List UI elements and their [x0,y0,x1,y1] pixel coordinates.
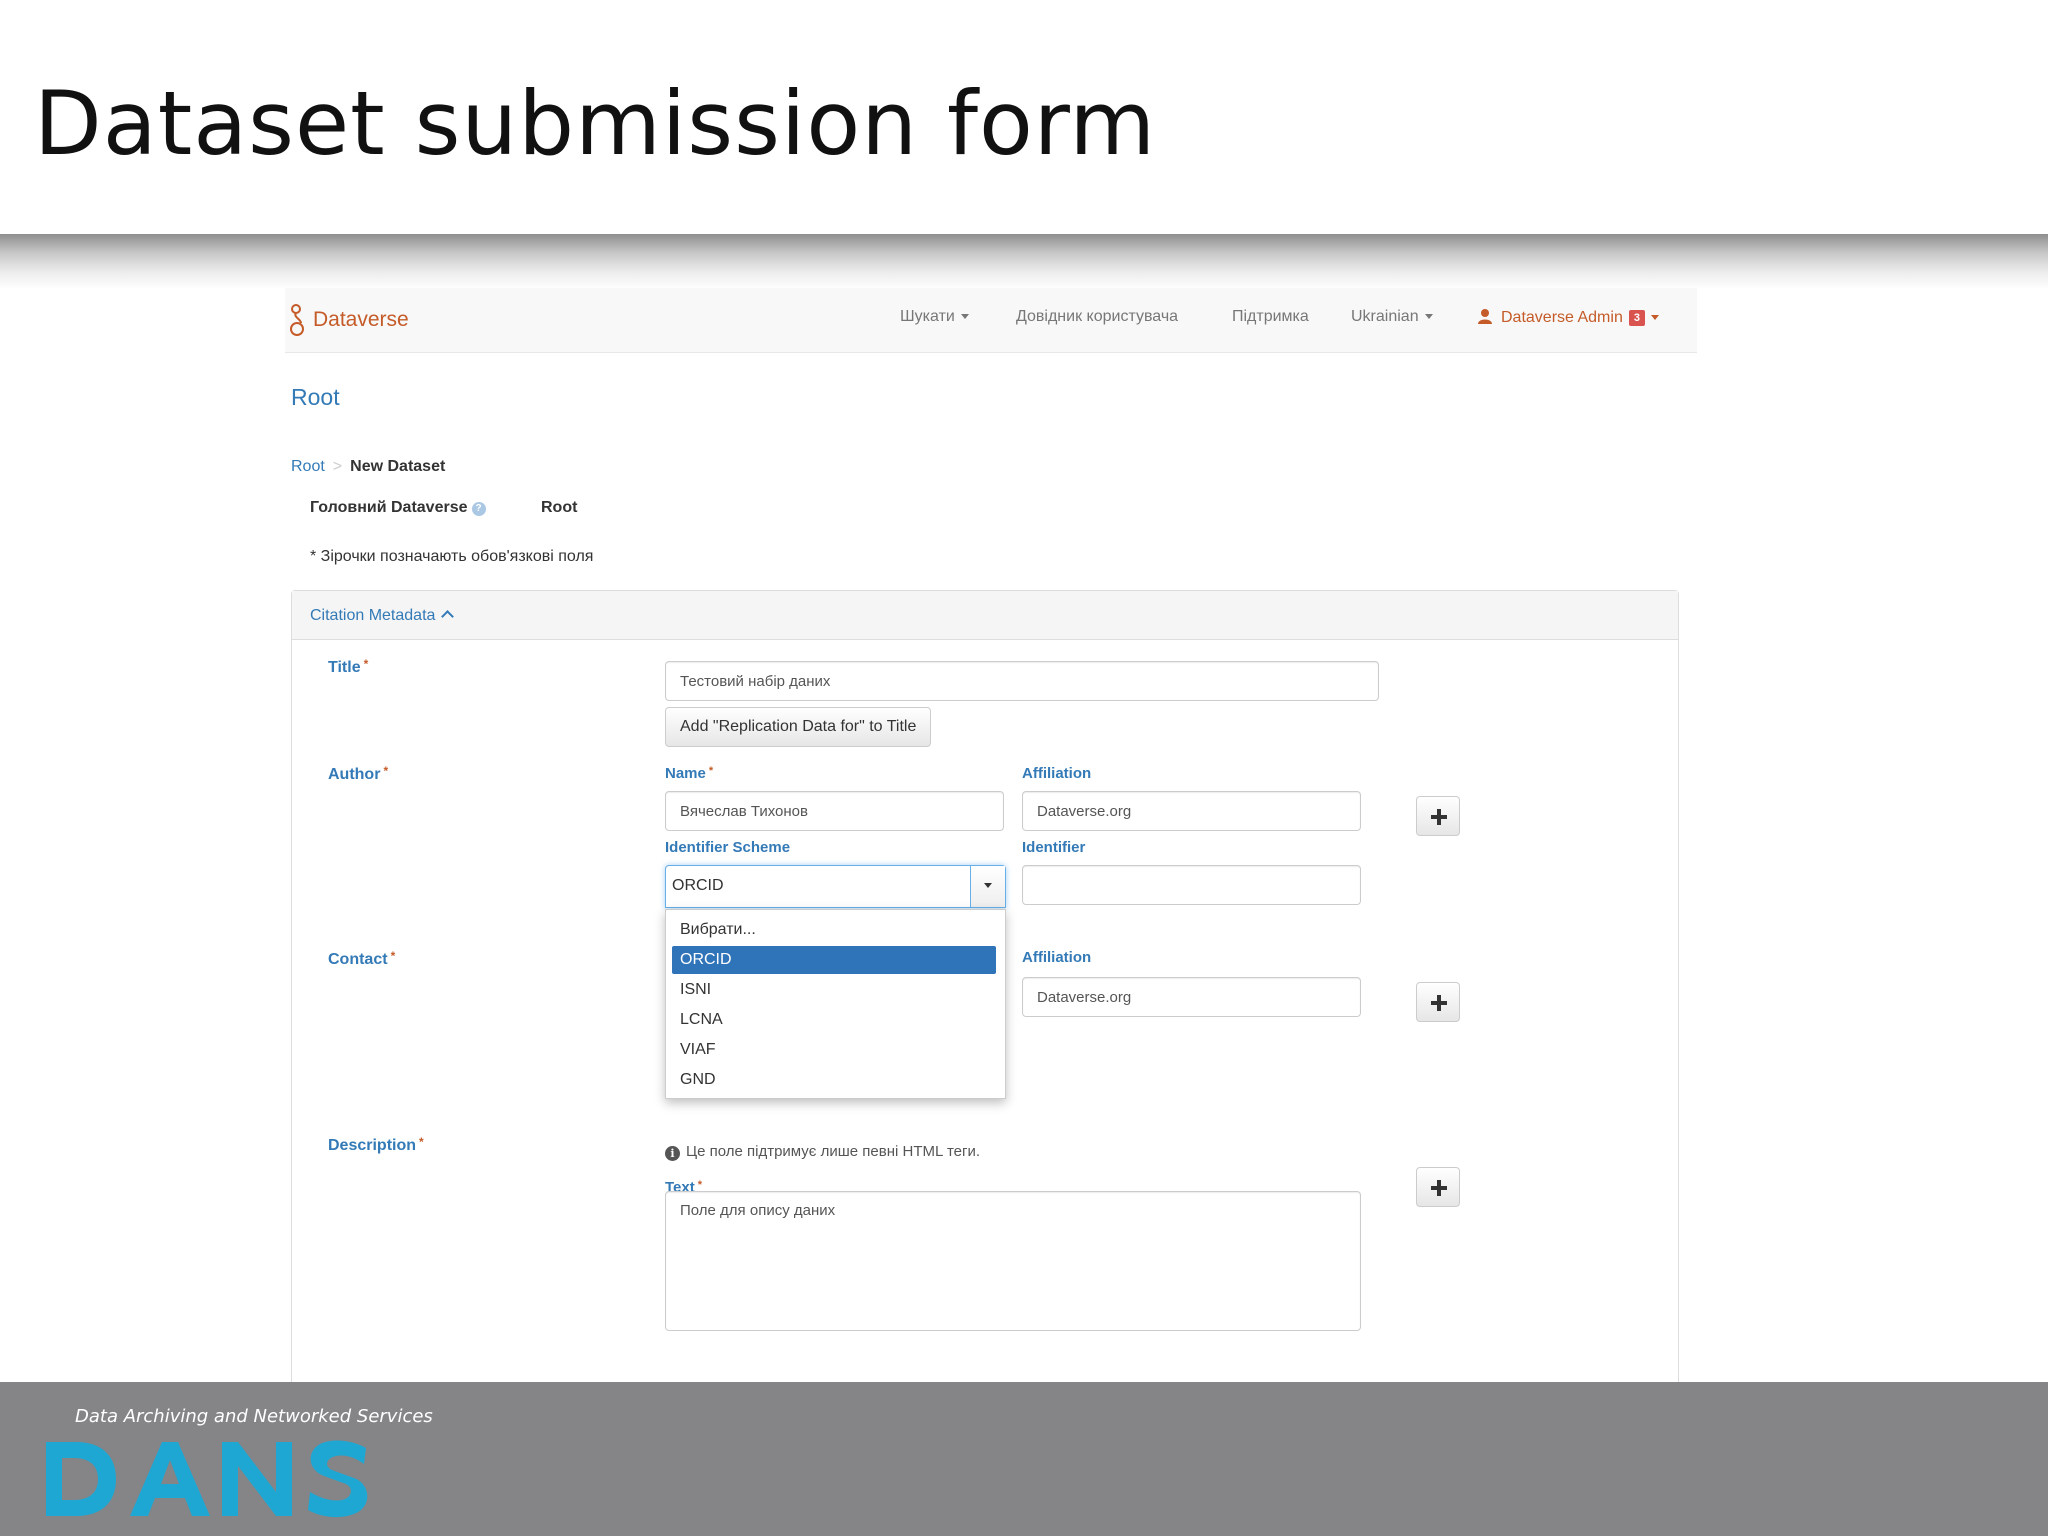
title-field-label: Title * [328,657,368,677]
required-asterisk: * [383,764,389,778]
plus-icon [1431,809,1447,825]
dataverse-root-title[interactable]: Root [291,384,340,411]
identifier-scheme-select[interactable]: ORCID [665,865,1006,908]
contact-label-text: Contact [328,951,388,968]
citation-metadata-heading[interactable]: Citation Metadata [292,591,1678,640]
nav-search-menu[interactable]: Шукати [900,308,969,326]
author-name-label: Name * [665,765,713,782]
add-description-button[interactable] [1416,1167,1460,1207]
author-label-text: Author [328,766,381,783]
nav-language-menu[interactable]: Ukrainian [1351,308,1433,326]
add-replication-data-button[interactable]: Add "Replication Data for" to Title [665,707,932,747]
citation-metadata-toggle[interactable]: Citation Metadata [310,607,455,625]
host-dataverse-text: Головний Dataverse [310,499,468,516]
required-asterisk: * [697,1179,703,1191]
nav-user-guide-label: Довідник користувача [1016,308,1179,325]
navbar: Dataverse Шукати Довідник користувача Пі… [285,288,1697,353]
notification-badge: 3 [1628,309,1645,326]
footer: Data Archiving and Networked Services [0,1382,2048,1536]
slide-title: Dataset submission form [34,72,1157,175]
identifier-scheme-label: Identifier Scheme [665,839,791,856]
scheme-option-placeholder[interactable]: Вибрати... [672,916,996,944]
description-label-text: Description [328,1137,417,1154]
contact-affiliation-input[interactable] [1022,977,1361,1017]
nav-user-label: Dataverse Admin [1501,309,1623,326]
nav-search-label: Шукати [900,308,955,325]
info-icon: i [665,1146,680,1161]
scheme-option-orcid[interactable]: ORCID [672,946,996,974]
breadcrumb: Root > New Dataset [291,458,445,476]
nav-user-menu[interactable]: Dataverse Admin 3 [1477,308,1659,327]
add-contact-button[interactable] [1416,982,1460,1022]
citation-metadata-label: Citation Metadata [310,607,436,624]
required-asterisk: * [363,657,369,671]
breadcrumb-current: New Dataset [350,458,446,475]
footer-tagline: Data Archiving and Networked Services [75,1406,433,1427]
identifier-label: Identifier [1022,839,1086,856]
nav-support-label: Підтримка [1232,308,1309,325]
breadcrumb-separator: > [332,458,343,475]
host-dataverse-value: Root [541,499,578,516]
identifier-scheme-value: ORCID [672,877,724,894]
citation-metadata-panel: Citation Metadata Title* Add "Replicatio… [291,590,1679,1382]
brand-name: Dataverse [313,308,409,331]
author-name-input[interactable] [665,791,1004,831]
identifier-scheme-dropdown: Вибрати... ORCID ISNI LCNA VIAF GND [665,909,1006,1099]
plus-icon [1431,1180,1447,1196]
nav-language-label: Ukrainian [1351,308,1419,325]
dataverse-screenshot: Dataverse Шукати Довідник користувача Пі… [285,288,1697,1382]
scheme-option-isni[interactable]: ISNI [672,976,996,1004]
nav-user-guide-link[interactable]: Довідник користувача [1016,308,1178,326]
chevron-down-icon[interactable] [970,866,1005,907]
required-asterisk: * [390,949,396,963]
chevron-down-icon [960,314,969,320]
description-textarea[interactable]: Поле для опису даних [665,1191,1361,1331]
dataverse-logo-icon [290,304,304,336]
author-field-label: Author * [328,764,388,784]
required-asterisk: * [419,1135,424,1149]
contact-field-label: Contact * [328,949,395,969]
scheme-option-gnd[interactable]: GND [672,1066,996,1094]
dans-logo [46,1440,368,1518]
html-tags-note-text: Це поле підтримує лише певні HTML теги. [686,1143,981,1160]
description-field-label: Description * [328,1135,424,1155]
required-asterisk: * [708,765,714,777]
author-affiliation-label: Affiliation [1022,765,1092,782]
user-icon [1478,309,1492,324]
nav-support-link[interactable]: Підтримка [1232,308,1309,326]
help-icon[interactable]: ? [471,502,486,516]
required-fields-note: * Зірочки позначають обов'язкові поля [310,548,594,565]
title-label-text: Title [328,659,361,676]
scheme-option-viaf[interactable]: VIAF [672,1036,996,1064]
chevron-down-icon [1424,314,1433,320]
add-author-button[interactable] [1416,796,1460,836]
breadcrumb-root-link[interactable]: Root [291,458,325,475]
identifier-input[interactable] [1022,865,1361,905]
plus-icon [1431,995,1447,1011]
host-dataverse-label: Головний Dataverse? [310,499,486,517]
chevron-down-icon [1650,315,1659,321]
contact-affiliation-label: Affiliation [1022,949,1092,966]
brand-link[interactable]: Dataverse [289,302,409,338]
scheme-option-lcna[interactable]: LCNA [672,1006,996,1034]
html-tags-note: i Це поле підтримує лише певні HTML теги. [665,1143,980,1161]
title-divider [0,234,2048,290]
author-name-label-text: Name [665,765,706,782]
author-affiliation-input[interactable] [1022,791,1361,831]
chevron-up-icon [441,610,455,623]
title-input[interactable] [665,661,1379,701]
